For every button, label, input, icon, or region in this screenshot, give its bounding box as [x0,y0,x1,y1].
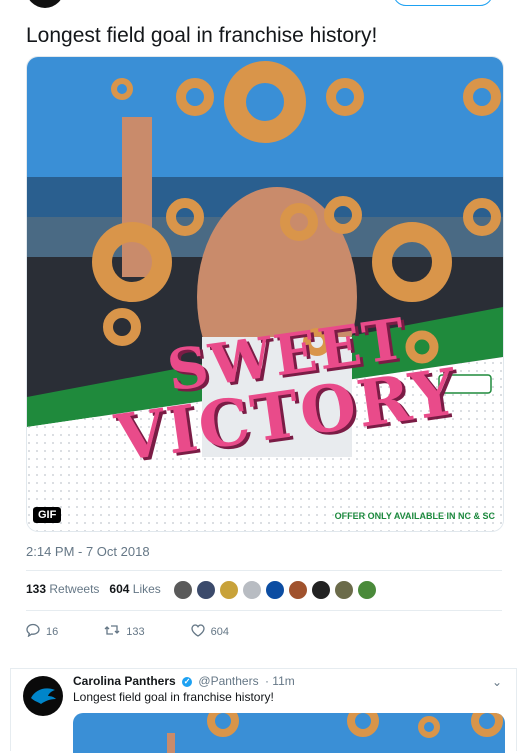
liker-avatars [173,580,380,600]
offer-text: OFFER ONLY AVAILABLE IN NC & SC [334,511,495,521]
tweet-text: Longest field goal in franchise history! [26,24,378,47]
verified-icon: ✓ [182,676,193,687]
likes-label[interactable]: Likes [133,582,161,596]
gif-badge: GIF [33,507,62,523]
reply-author[interactable]: Carolina Panthers ✓ @Panthers · 11m [73,674,295,688]
retweet-icon [104,623,120,640]
previous-tweet-header [0,0,525,14]
promo-title: SWEET VICTORY [87,306,487,477]
retweet-button[interactable]: 133 [104,623,145,640]
engagement-stats: 133 Retweets 604 Likes [26,582,161,596]
reply-icon [26,623,40,640]
reply-media[interactable] [73,713,505,753]
divider [26,610,502,611]
like-count: 604 [210,625,229,638]
avatar[interactable] [334,580,354,600]
author-avatar[interactable] [26,0,64,8]
promo-image [73,713,505,753]
reply-author-name[interactable]: Carolina Panthers [73,674,176,688]
divider [26,570,502,571]
chevron-down-icon[interactable]: ⌄ [492,675,502,689]
retweets-count[interactable]: 133 [26,582,46,596]
reply-author-handle[interactable]: @Panthers [198,674,258,688]
avatar[interactable] [196,580,216,600]
tweet-actions: 16 133 604 [26,623,275,640]
like-button[interactable]: 604 [190,623,229,640]
reply-text: Longest field goal in franchise history! [73,690,274,704]
reply-count: 16 [46,625,59,638]
retweet-count: 133 [126,625,145,638]
tweet-timestamp[interactable]: 2:14 PM - 7 Oct 2018 [26,544,150,559]
avatar[interactable] [357,580,377,600]
tweet-media-gif[interactable]: SWEET VICTORY GIF OFFER ONLY AVAILABLE I… [26,56,504,532]
likes-count[interactable]: 604 [109,582,129,596]
heart-icon [190,623,205,640]
panthers-logo-icon [31,688,56,704]
reply-time[interactable]: · 11m [265,674,295,688]
reply-button[interactable]: 16 [26,623,58,640]
avatar[interactable] [23,676,63,716]
avatar[interactable] [219,580,239,600]
avatar[interactable] [173,580,193,600]
avatar[interactable] [311,580,331,600]
retweets-label[interactable]: Retweets [49,582,99,596]
reply-tweet[interactable]: Carolina Panthers ✓ @Panthers · 11m ⌄ Lo… [10,668,517,753]
avatar[interactable] [265,580,285,600]
follow-button[interactable] [393,0,493,6]
avatar[interactable] [242,580,262,600]
avatar[interactable] [288,580,308,600]
